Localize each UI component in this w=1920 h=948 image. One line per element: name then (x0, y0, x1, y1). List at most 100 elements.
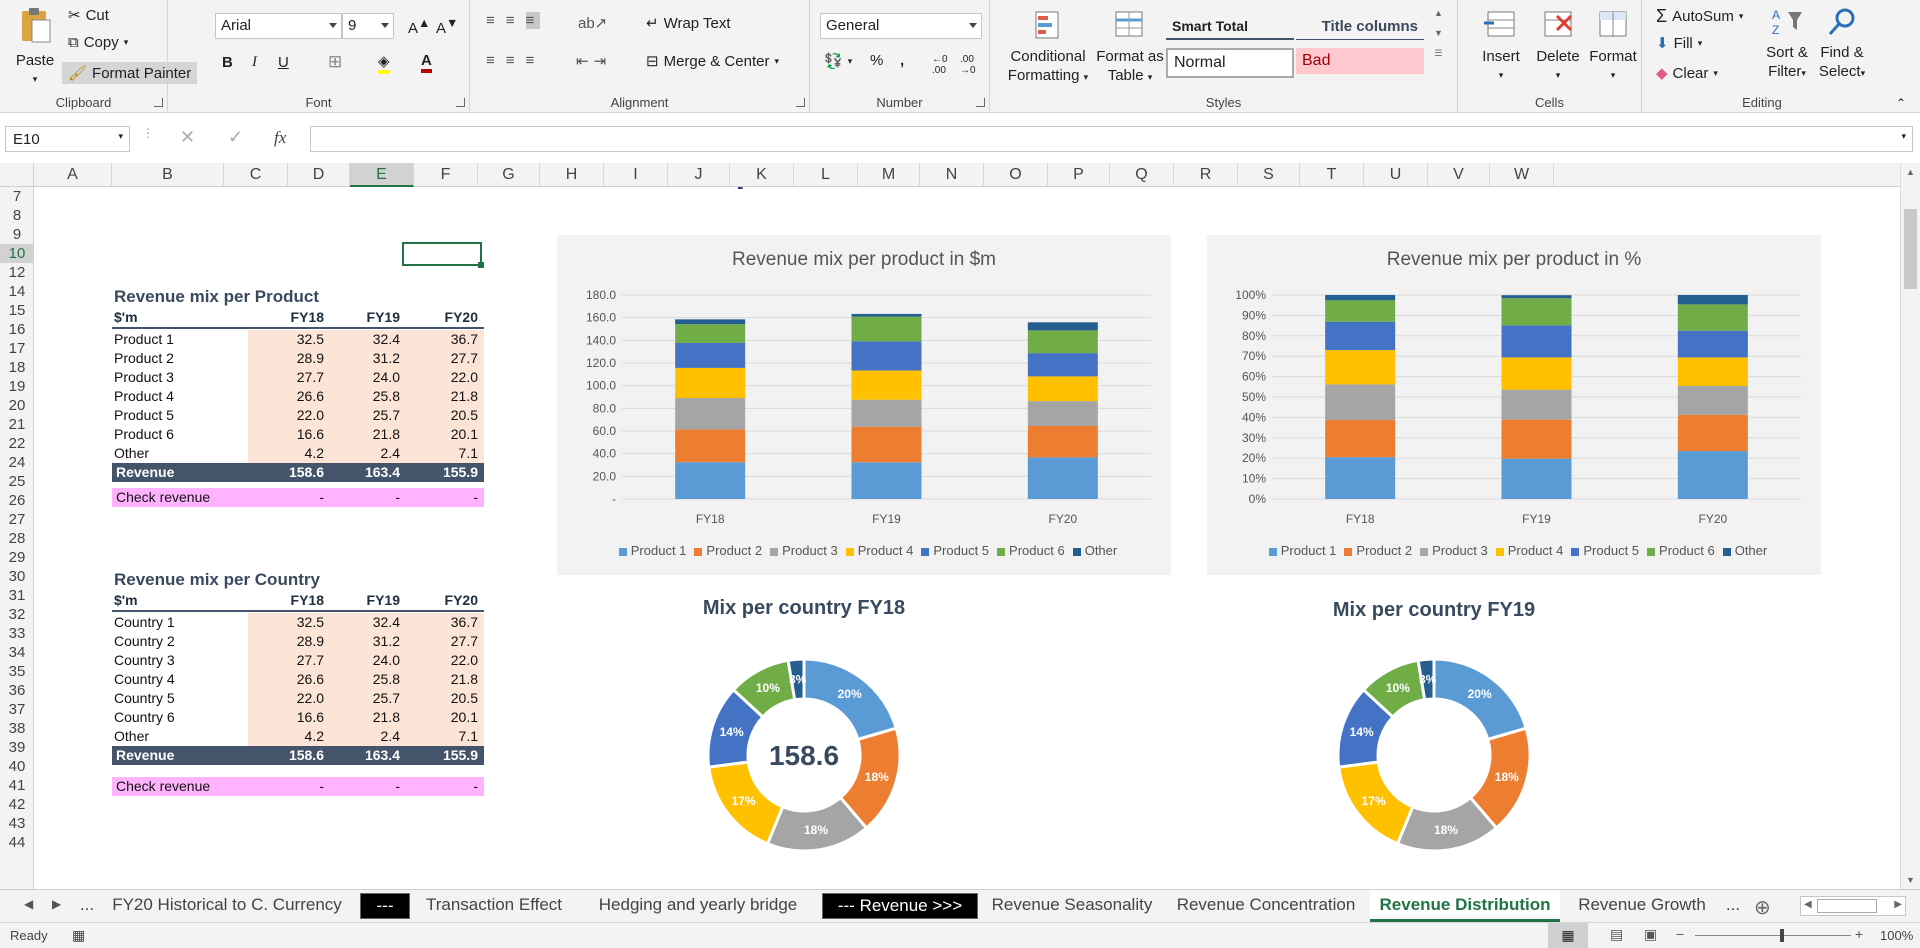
column-header-n[interactable]: N (920, 163, 984, 187)
row-header-25[interactable]: 25 (0, 472, 34, 491)
sheet-tab[interactable]: Revenue Growth (1560, 890, 1724, 922)
column-header-p[interactable]: P (1048, 163, 1110, 187)
bar-segment[interactable] (675, 324, 746, 343)
bar-segment[interactable] (1501, 298, 1572, 326)
format-cells-button[interactable]: Format ▾ (1586, 6, 1640, 85)
sheet-tab[interactable]: Hedging and yearly bridge (582, 890, 814, 922)
product_table-total-value[interactable]: 155.9 (418, 464, 478, 480)
column-header-l[interactable]: L (794, 163, 858, 187)
bar-segment[interactable] (675, 462, 746, 499)
insert-button[interactable]: Insert ▾ (1476, 6, 1526, 85)
bar-segment[interactable] (1325, 321, 1396, 351)
enter-icon[interactable]: ✓ (228, 127, 243, 148)
row-header-18[interactable]: 18 (0, 358, 34, 377)
font-size-select[interactable]: 9 (342, 13, 394, 39)
country_table-row-value[interactable]: 16.6 (264, 709, 324, 725)
row-header-9[interactable]: 9 (0, 225, 34, 244)
number-format-select[interactable]: General (820, 13, 982, 39)
product_table-row-value[interactable]: 21.8 (340, 426, 400, 442)
bar-segment[interactable] (851, 370, 922, 400)
bar-segment[interactable] (675, 319, 746, 325)
merge-center-button[interactable]: ⊟ Merge & Center ▾ (646, 52, 779, 71)
bar-segment[interactable] (1501, 357, 1572, 390)
increase-decimal-button[interactable]: ←0.00 (932, 54, 948, 76)
country_table-row-value[interactable]: 7.1 (418, 728, 478, 744)
sheet-tab[interactable]: --- (360, 893, 410, 919)
bar-segment[interactable] (1501, 458, 1572, 499)
country_table-row-value[interactable]: 28.9 (264, 633, 324, 649)
zoom-slider-thumb[interactable] (1780, 929, 1784, 942)
format-as-table-button[interactable]: Format as Table ▾ (1090, 8, 1170, 87)
bar-segment[interactable] (851, 399, 922, 427)
find-select-button[interactable]: Find & Select▾ (1814, 6, 1870, 83)
country_table-check-value[interactable]: - (418, 778, 478, 794)
column-header-i[interactable]: I (604, 163, 668, 187)
column-header-w[interactable]: W (1490, 163, 1554, 187)
row-header-21[interactable]: 21 (0, 415, 34, 434)
bar-segment[interactable] (1677, 451, 1748, 499)
country_table-row-value[interactable]: 21.8 (340, 709, 400, 725)
insert-function-button[interactable]: fx (274, 128, 286, 148)
row-header-39[interactable]: 39 (0, 738, 34, 757)
product_table-row-value[interactable]: 31.2 (340, 350, 400, 366)
row-header-26[interactable]: 26 (0, 491, 34, 510)
product_table-row-value[interactable]: 7.1 (418, 445, 478, 461)
formula-more-icon[interactable]: ⋮ (142, 126, 156, 140)
column-header-u[interactable]: U (1364, 163, 1428, 187)
row-header-8[interactable]: 8 (0, 206, 34, 225)
row-header-42[interactable]: 42 (0, 795, 34, 814)
bar-segment[interactable] (1325, 457, 1396, 499)
clear-button[interactable]: ◆ Clear ▾ (1656, 64, 1718, 83)
select-all-corner[interactable] (0, 163, 34, 187)
sheet-tab[interactable]: ... (76, 890, 98, 922)
bar-segment[interactable] (851, 313, 922, 317)
column-header-a[interactable]: A (34, 163, 112, 187)
conditional-formatting-button[interactable]: Conditional Formatting ▾ (1004, 8, 1092, 87)
formula-input[interactable]: ▾ (310, 126, 1913, 152)
sheet-tab[interactable]: --- Revenue >>> (822, 893, 978, 919)
donut-fy19[interactable]: 20% 18% 18% 17% 14% 10% 3% (1304, 635, 1564, 875)
decrease-decimal-button[interactable]: .00 →0 (960, 54, 976, 76)
column-header-j[interactable]: J (668, 163, 730, 187)
normal-style[interactable]: Normal (1166, 48, 1294, 78)
country_table-row-value[interactable]: 20.5 (418, 690, 478, 706)
country_table-row-value[interactable]: 31.2 (340, 633, 400, 649)
row-header-19[interactable]: 19 (0, 377, 34, 396)
product_table-check-value[interactable]: - (264, 489, 324, 505)
bar-segment[interactable] (1677, 295, 1748, 305)
country_table-check-value[interactable]: - (264, 778, 324, 794)
country_table-check-value[interactable]: - (340, 778, 400, 794)
country_table-row-value[interactable]: 4.2 (264, 728, 324, 744)
collapse-ribbon-button[interactable]: ⌃ (1896, 96, 1906, 110)
country_table-row-value[interactable]: 24.0 (340, 652, 400, 668)
bar-segment[interactable] (1677, 304, 1748, 331)
page-break-button[interactable]: ▣ (1644, 926, 1657, 943)
scroll-up-arrow-icon[interactable]: ▲ (1906, 167, 1915, 177)
bar-segment[interactable] (851, 341, 922, 371)
bar-segment[interactable] (1325, 300, 1396, 322)
row-header-7[interactable]: 7 (0, 187, 34, 206)
column-header-c[interactable]: C (224, 163, 288, 187)
row-header-28[interactable]: 28 (0, 529, 34, 548)
bar-segment[interactable] (1501, 419, 1572, 459)
cancel-icon[interactable]: ✕ (180, 127, 195, 148)
row-header-34[interactable]: 34 (0, 643, 34, 662)
autosum-button[interactable]: Σ AutoSum ▾ (1656, 6, 1743, 27)
bar-segment[interactable] (1027, 330, 1098, 354)
bar-segment[interactable] (851, 316, 922, 342)
column-header-v[interactable]: V (1428, 163, 1490, 187)
bold-button[interactable]: B (222, 54, 233, 71)
increase-font-button[interactable]: A▲ (408, 16, 430, 37)
zoom-in-button[interactable]: + (1855, 926, 1863, 942)
bar-segment[interactable] (675, 367, 746, 399)
row-header-40[interactable]: 40 (0, 757, 34, 776)
selected-cell[interactable] (402, 242, 482, 266)
vertical-align-buttons[interactable]: ≡ ≡ ≡ (486, 12, 541, 29)
row-header-20[interactable]: 20 (0, 396, 34, 415)
page-layout-button[interactable]: ▤ (1610, 926, 1623, 943)
fill-color-button[interactable]: ◈ (378, 52, 390, 74)
row-header-41[interactable]: 41 (0, 776, 34, 795)
bar-segment[interactable] (1027, 426, 1098, 458)
product_table-row-value[interactable]: 27.7 (264, 369, 324, 385)
scroll-left-arrow-icon[interactable]: ◀ (1804, 899, 1812, 910)
